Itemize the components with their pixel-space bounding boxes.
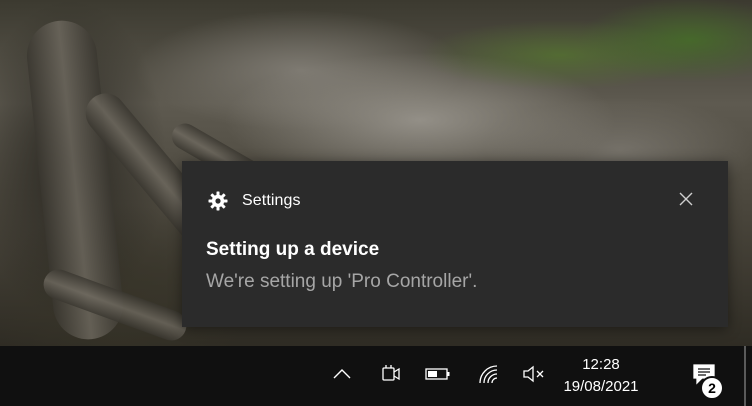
toast-title: Setting up a device: [206, 239, 380, 260]
toast-app-name: Settings: [242, 192, 301, 209]
meet-now-icon: [380, 364, 402, 389]
clock-date: 19/08/2021: [563, 378, 639, 395]
taskbar: 12:28 19/08/2021: [0, 346, 752, 406]
battery-button[interactable]: [424, 346, 452, 406]
notification-count-badge: 2: [700, 376, 724, 400]
clock-time: 12:28: [582, 356, 620, 373]
show-hidden-icons-button[interactable]: [328, 346, 356, 406]
toast-header: Settings: [207, 189, 301, 213]
chevron-up-icon: [333, 367, 351, 385]
close-icon: [679, 192, 693, 211]
show-desktop-button[interactable]: [744, 346, 746, 406]
toast-body: We're setting up 'Pro Controller'.: [206, 271, 478, 292]
battery-icon: [425, 367, 451, 386]
network-button[interactable]: [474, 346, 502, 406]
toast-notification[interactable]: Settings Setting up a device We're setti…: [182, 161, 728, 327]
gear-icon: [207, 190, 229, 212]
close-button[interactable]: [674, 189, 698, 213]
volume-muted-icon: [522, 364, 546, 389]
clock-button[interactable]: 12:28 19/08/2021: [562, 346, 640, 406]
meet-now-button[interactable]: [378, 346, 404, 406]
wifi-icon: [477, 363, 499, 390]
volume-button[interactable]: [520, 346, 548, 406]
